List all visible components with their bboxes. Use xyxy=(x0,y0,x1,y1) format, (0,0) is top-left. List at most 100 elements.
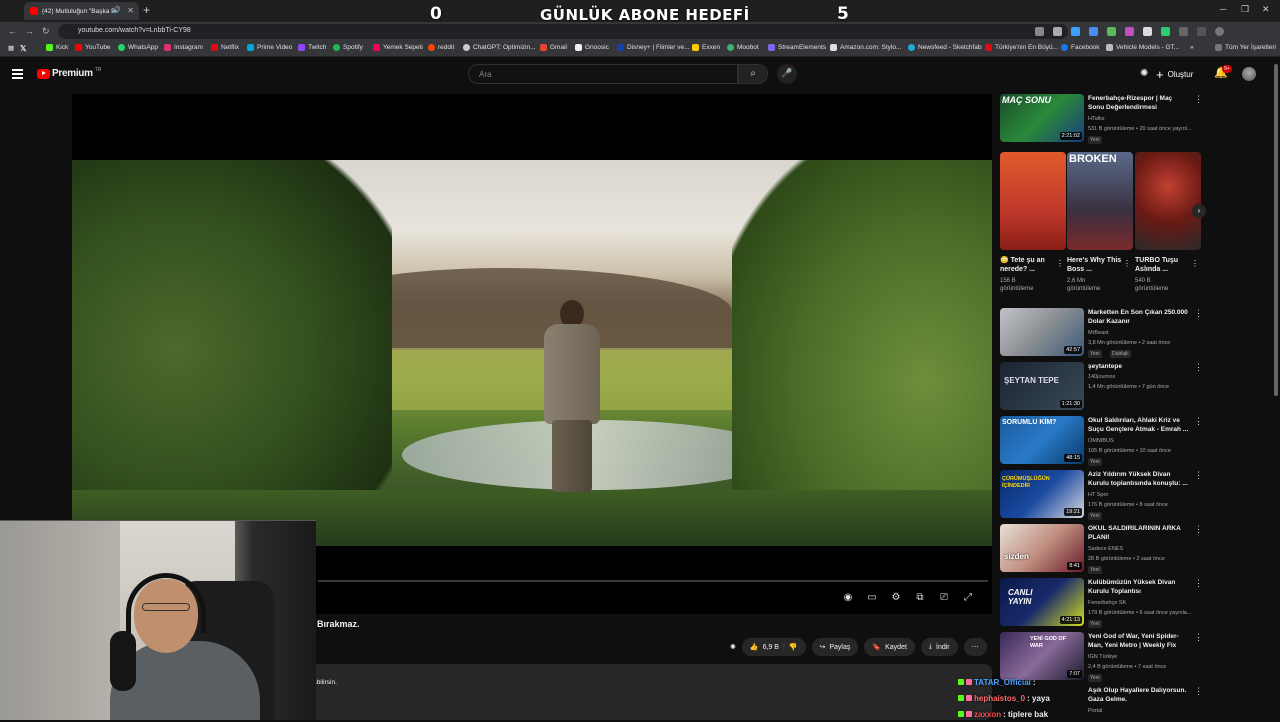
forward-icon[interactable]: → xyxy=(25,26,34,36)
more-options-icon[interactable]: ⋮ xyxy=(1194,578,1203,589)
recommended-video[interactable]: ŞEYTAN TEPE 1:21:30 şeytantepe 140journo… xyxy=(1000,362,1210,414)
video-thumbnail[interactable]: ÇÜRÜMÜŞLÜĞÜN İÇİNDEDİR 19:21 xyxy=(1000,470,1084,518)
page-scrollbar[interactable] xyxy=(1274,64,1278,396)
extension-icon[interactable] xyxy=(1161,27,1170,36)
bookmark-item[interactable]: Twitch xyxy=(298,44,326,51)
recommended-video[interactable]: YENİ GOD OF WAR 7:07 Yeni God of War, Ye… xyxy=(1000,632,1210,682)
short-thumbnail[interactable] xyxy=(1000,152,1066,250)
video-thumbnail[interactable]: YENİ GOD OF WAR 7:07 xyxy=(1000,632,1084,680)
progress-bar[interactable] xyxy=(318,580,988,582)
create-button[interactable]: + Oluştur xyxy=(1156,67,1193,82)
bookmark-item[interactable]: Netflix xyxy=(211,44,239,51)
short-item[interactable]: TURBO Tuşu Aslında ... 540 Bgörüntüleme … xyxy=(1135,152,1201,293)
install-icon[interactable] xyxy=(1035,27,1044,36)
more-bookmarks-icon[interactable]: » xyxy=(1190,44,1194,51)
back-icon[interactable]: ← xyxy=(8,26,17,36)
share-button[interactable]: ↪ Paylaş xyxy=(811,638,859,656)
more-options-icon[interactable]: ⋮ xyxy=(1194,416,1203,427)
more-options-icon[interactable]: ⋮ xyxy=(1194,524,1203,535)
bookmark-item[interactable]: Facebook xyxy=(1061,44,1100,51)
video-thumbnail[interactable]: MAÇ SONU 2:21:02 xyxy=(1000,94,1084,142)
bookmark-item[interactable]: Newsfeed - Sketchfab xyxy=(908,44,982,51)
bookmark-item[interactable]: Gmail xyxy=(540,44,567,51)
chevron-right-icon[interactable]: › xyxy=(1192,204,1206,218)
cast-icon[interactable]: ⎚ xyxy=(938,592,950,603)
bookmark-item[interactable]: Disney+ | Filmler ve... xyxy=(617,44,690,51)
youtube-logo[interactable]: Premium TR xyxy=(37,67,101,79)
video-description[interactable]: r alabilirsin. xyxy=(300,664,992,720)
more-options-icon[interactable]: ⋮ xyxy=(1194,632,1203,643)
microphone-icon[interactable]: 🎤 xyxy=(777,64,797,84)
video-frame[interactable] xyxy=(72,160,992,546)
bookmark-item[interactable]: Moobot xyxy=(727,44,759,51)
recommended-video[interactable]: MAÇ SONU 2:21:02 Fenerbahçe-Rizespor | M… xyxy=(1000,94,1210,146)
bookmark-item[interactable]: Vehicle Models - GT... xyxy=(1106,44,1179,51)
recommended-video[interactable]: CANLI YAYIN 4:21:13 Kulübümüzün Yüksek D… xyxy=(1000,578,1210,630)
more-options-icon[interactable]: ⋮ xyxy=(1194,470,1203,481)
bookmark-x[interactable]: 𝕏 xyxy=(20,44,26,53)
save-button[interactable]: 🔖 Kaydet xyxy=(864,638,915,656)
bookmark-item[interactable]: Prime Video xyxy=(247,44,292,51)
maximize-icon[interactable]: ❐ xyxy=(1241,4,1249,15)
fullscreen-icon[interactable]: ⤢ xyxy=(962,592,974,603)
extension-icon[interactable] xyxy=(1089,27,1098,36)
bookmark-item[interactable]: YouTube xyxy=(75,44,111,51)
settings-gear-icon[interactable]: ⚙ xyxy=(890,592,902,603)
account-avatar[interactable] xyxy=(1242,67,1256,81)
more-options-icon[interactable]: ⋮ xyxy=(1194,362,1203,373)
extension-icon[interactable] xyxy=(1071,27,1080,36)
search-icon[interactable]: ⌕ xyxy=(738,64,768,84)
video-thumbnail[interactable]: ŞEYTAN TEPE 1:21:30 xyxy=(1000,362,1084,410)
bookmark-item[interactable]: Kick xyxy=(46,44,68,51)
more-options-icon[interactable]: ⋮ xyxy=(1056,259,1064,268)
autoplay-toggle-icon[interactable]: ◉ xyxy=(842,592,854,603)
extension-icon[interactable] xyxy=(1107,27,1116,36)
recommended-video[interactable]: 42:57 Marketten En Son Çıkan 250.000 Dol… xyxy=(1000,308,1210,360)
bookmark-item[interactable]: WhatsApp xyxy=(118,44,158,51)
puzzle-icon[interactable] xyxy=(1179,27,1188,36)
menu-icon[interactable] xyxy=(12,69,23,81)
miniplayer-icon[interactable]: ⧉ xyxy=(914,592,926,603)
close-tab-icon[interactable]: ✕ xyxy=(127,6,134,15)
extension-action-icon[interactable]: ✺ xyxy=(730,638,736,656)
like-button[interactable]: 👍 6,9 B | 👎 xyxy=(741,638,806,656)
video-thumbnail[interactable]: CANLI YAYIN 4:21:13 xyxy=(1000,578,1084,626)
recommended-video[interactable]: sizden 8:41 OKUL SALDIRILARININ ARKA PLA… xyxy=(1000,524,1210,576)
short-item[interactable]: 😳 Tete şu an nerede? ... 156 Bgörüntülem… xyxy=(1000,152,1066,293)
thumbs-down-icon[interactable]: 👎 xyxy=(789,643,798,651)
short-thumbnail[interactable] xyxy=(1135,152,1201,250)
bookmark-item[interactable]: Gnoosic xyxy=(575,44,609,51)
bookmark-item[interactable]: Yemek Sepeti xyxy=(373,44,423,51)
bookmark-item[interactable]: reddit xyxy=(428,44,454,51)
video-thumbnail[interactable]: 42:57 xyxy=(1000,308,1084,356)
browser-tab-youtube[interactable]: (42) Mutluluğun "Başka Bi 🔊 ✕ xyxy=(24,2,139,20)
close-window-icon[interactable]: ✕ xyxy=(1262,4,1270,15)
bookmark-item[interactable]: Amazon.com: Stylo... xyxy=(830,44,901,51)
sidebar-icon[interactable] xyxy=(1197,27,1206,36)
new-tab-button[interactable]: + xyxy=(143,3,150,17)
more-options-icon[interactable]: ⋮ xyxy=(1194,94,1203,105)
star-icon[interactable] xyxy=(1053,27,1062,36)
recommended-video[interactable]: ÇÜRÜMÜŞLÜĞÜN İÇİNDEDİR 19:21 Aziz Yıldır… xyxy=(1000,470,1210,522)
bookmark-item[interactable]: Instagram xyxy=(164,44,203,51)
reload-icon[interactable]: ↻ xyxy=(42,26,50,37)
profile-icon[interactable] xyxy=(1215,27,1224,36)
bookmark-item[interactable]: Spotify xyxy=(333,44,363,51)
extension-badge-icon[interactable]: ✺ xyxy=(1140,68,1148,79)
extension-icon[interactable] xyxy=(1125,27,1134,36)
all-bookmarks[interactable]: Tüm Yer İşaretleri xyxy=(1215,44,1276,51)
short-item[interactable]: BROKEN Here's Why This Boss ... 2,6 Mn gö… xyxy=(1067,152,1133,293)
video-thumbnail[interactable]: sizden 8:41 xyxy=(1000,524,1084,572)
download-button[interactable]: ⤓ İndir xyxy=(920,638,958,656)
apps-icon[interactable]: ▦ xyxy=(8,44,14,52)
more-actions-button[interactable]: ⋯ xyxy=(963,638,987,656)
bookmark-item[interactable]: StreamElements xyxy=(768,44,826,51)
minimize-icon[interactable]: ─ xyxy=(1220,4,1226,14)
more-options-icon[interactable]: ⋮ xyxy=(1191,259,1199,268)
speaker-icon[interactable]: 🔊 xyxy=(112,6,121,14)
bookmark-item[interactable]: Exxen xyxy=(692,44,720,51)
subtitles-icon[interactable]: ▭ xyxy=(866,592,878,603)
more-options-icon[interactable]: ⋮ xyxy=(1194,308,1203,319)
url-field[interactable]: youtube.com/watch?v=LnbbTi-CY98 xyxy=(58,24,1068,39)
search-input[interactable]: Ara xyxy=(468,64,738,84)
